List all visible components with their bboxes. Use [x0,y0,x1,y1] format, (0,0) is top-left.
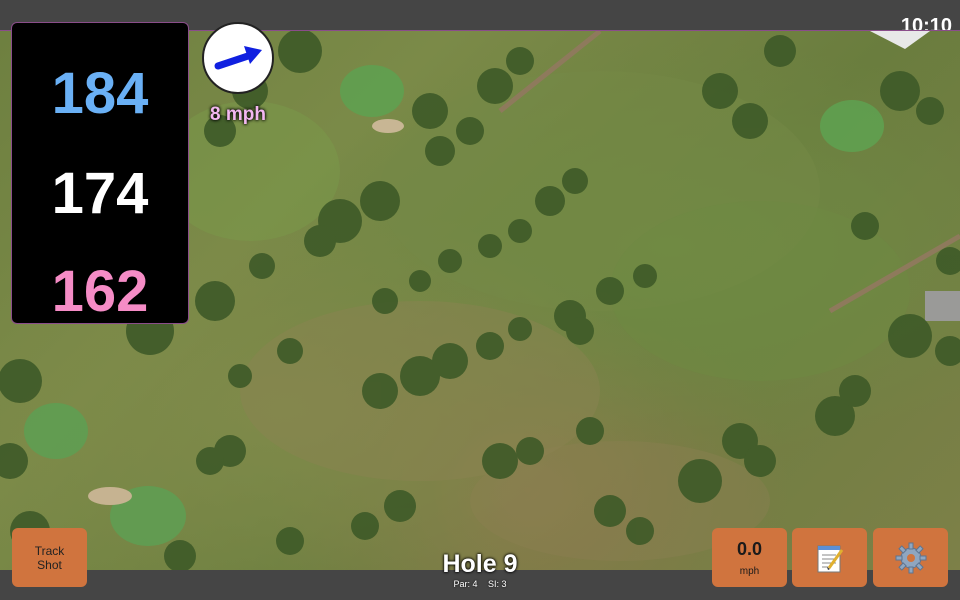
wind-button-value: 0.0 [736,538,763,559]
wind-speed-button[interactable]: 0.0 mph [712,528,787,587]
yardage-panel: 184 174 162 [11,22,189,324]
front-yardage: 162 [51,259,149,324]
hole-title: Hole 9 [442,550,518,578]
gear-icon [895,542,926,573]
wind-speed-label: 8 mph [210,104,266,125]
track-shot-label-line2: Shot [37,557,62,572]
back-yardage: 184 [51,61,149,126]
hole-par: Par: 4 [453,579,478,589]
hole-info: Hole 9 Par: 4 SI: 3 [400,549,560,589]
wind-button-unit: mph [739,565,760,577]
hole-details: Par: 4 SI: 3 [400,579,560,589]
center-yardage: 174 [51,161,149,226]
wind-compass [202,22,274,94]
track-shot-button[interactable]: Track Shot [12,528,87,587]
settings-button[interactable] [873,528,948,587]
hole-stroke-index: SI: 3 [488,579,507,589]
notepad-icon [817,545,843,572]
track-shot-label-line1: Track [34,543,65,558]
wind-arrow-icon [214,46,262,70]
notes-button[interactable] [792,528,867,587]
